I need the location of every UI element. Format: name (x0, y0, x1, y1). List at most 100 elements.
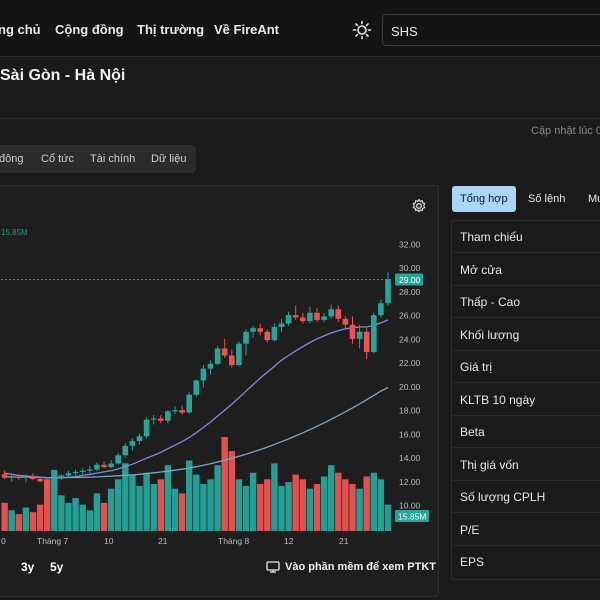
candle-body (300, 317, 306, 322)
volume-bar (207, 479, 214, 531)
volume-bar (72, 498, 79, 531)
volume-bar (36, 504, 44, 531)
search-value: SHS (391, 24, 418, 39)
ma-fast-line (4, 319, 389, 479)
candle-body (136, 436, 143, 442)
header-divider (0, 118, 600, 119)
info-label: Khối lượng (460, 327, 520, 342)
candle-body (30, 476, 36, 480)
volume-bar (143, 472, 150, 531)
candle-body (214, 348, 221, 364)
x-tick-label: 21 (158, 536, 168, 546)
volume-bar (22, 507, 30, 531)
volume-bar (377, 479, 385, 531)
volume-bar (86, 510, 93, 531)
info-label: Thị giá vốn (460, 457, 519, 472)
y-tick-label: 26.00 (399, 311, 421, 321)
volume-bar (15, 514, 22, 531)
volume-bar (1, 502, 8, 531)
volume-bar (242, 485, 250, 531)
candle-body (186, 394, 192, 413)
candle-body (363, 331, 370, 352)
volume-bar (285, 482, 292, 531)
tab-orders[interactable]: Số lệnh (520, 186, 573, 212)
candle-body (200, 368, 207, 381)
candle-body (371, 315, 377, 352)
candle-body (229, 355, 235, 366)
price-chart[interactable]: 32.00 30.00 28.00 26.00 24.00 22.00 20.00 18.00… (1, 186, 437, 596)
candle-body (150, 418, 157, 420)
volume-bar (313, 484, 321, 531)
open-pro-link[interactable]: Vào phần mềm để xem PTKT (285, 561, 436, 573)
candle-body (243, 331, 249, 344)
volume-bar (384, 504, 392, 531)
info-row: Tham chiếu (452, 221, 600, 253)
tab-dividends[interactable]: Cổ tức (41, 153, 74, 165)
tab-buy-sell[interactable]: Mu (580, 186, 600, 212)
volume-bar (164, 465, 172, 531)
candle-body (356, 331, 363, 339)
volume-bar (29, 512, 37, 531)
update-time: Cập nhật lúc 0 (531, 125, 600, 137)
info-row: P/E (452, 514, 600, 546)
y-tick-label: 16.00 (399, 429, 421, 439)
volume-bar (356, 488, 363, 531)
info-label: P/E (460, 522, 480, 537)
volume-bar (299, 479, 306, 531)
volume-bar (150, 484, 157, 531)
candle-body (278, 323, 285, 328)
tab-data[interactable]: Dữ liệu (151, 153, 187, 165)
candle-body (72, 471, 79, 474)
candle-body (257, 328, 263, 332)
volume-bar (157, 479, 164, 531)
volume-bar (171, 488, 179, 531)
volume-bar (214, 465, 221, 531)
volume-bar (65, 502, 72, 531)
candle-body (122, 445, 129, 456)
nav-home[interactable]: ng chủ (0, 22, 41, 37)
nav-community[interactable]: Cộng đồng (55, 22, 124, 37)
price-tag-label: 29.00 (399, 275, 421, 285)
candle-body (207, 363, 214, 369)
tab-shareholders[interactable]: đông (0, 153, 23, 165)
info-label: EPS (460, 555, 485, 569)
candle-body (378, 303, 384, 316)
candle-body (193, 380, 200, 395)
volume-bar (363, 476, 370, 531)
volume-bar (228, 451, 235, 531)
nav-market[interactable]: Thị trường (137, 22, 204, 37)
candle-body (314, 312, 320, 320)
candle-body (342, 318, 349, 325)
volume-bar (370, 472, 377, 531)
volume-bar (200, 484, 207, 531)
candle-body (1, 474, 8, 478)
candle-body (321, 316, 327, 320)
candle-body (23, 476, 29, 478)
candle-body (115, 455, 121, 464)
volume-bar (8, 510, 15, 531)
volume-bar (335, 472, 342, 531)
candle-body (65, 473, 72, 476)
volume-bar (129, 474, 136, 531)
volume-bar (278, 485, 285, 531)
volume-bar (58, 495, 65, 531)
info-label: Mở cửa (460, 262, 502, 277)
volume-bar (306, 488, 314, 531)
volume-bar (328, 465, 335, 531)
volume-bar (93, 493, 101, 531)
candle-body (292, 315, 299, 318)
range-5y-button[interactable]: 5y (50, 560, 63, 574)
nav-about-fireant[interactable]: Về FireAnt (214, 22, 279, 37)
tab-financials[interactable]: Tài chính (90, 153, 135, 165)
sun-icon[interactable] (352, 20, 372, 40)
chart-panel: 32.00 30.00 28.00 26.00 24.00 22.00 20.00 18.00… (0, 185, 439, 597)
range-3y-button[interactable]: 3y (21, 560, 34, 574)
volume-bar (271, 463, 278, 531)
search-input[interactable]: SHS (382, 14, 600, 46)
tab-overview[interactable]: Tổng hợp (452, 186, 516, 212)
volume-max-label: 15,85M (1, 228, 28, 237)
volume-bar (107, 488, 115, 531)
candle-body (143, 419, 150, 437)
volume-bar (115, 479, 122, 531)
gear-icon[interactable] (411, 198, 427, 214)
